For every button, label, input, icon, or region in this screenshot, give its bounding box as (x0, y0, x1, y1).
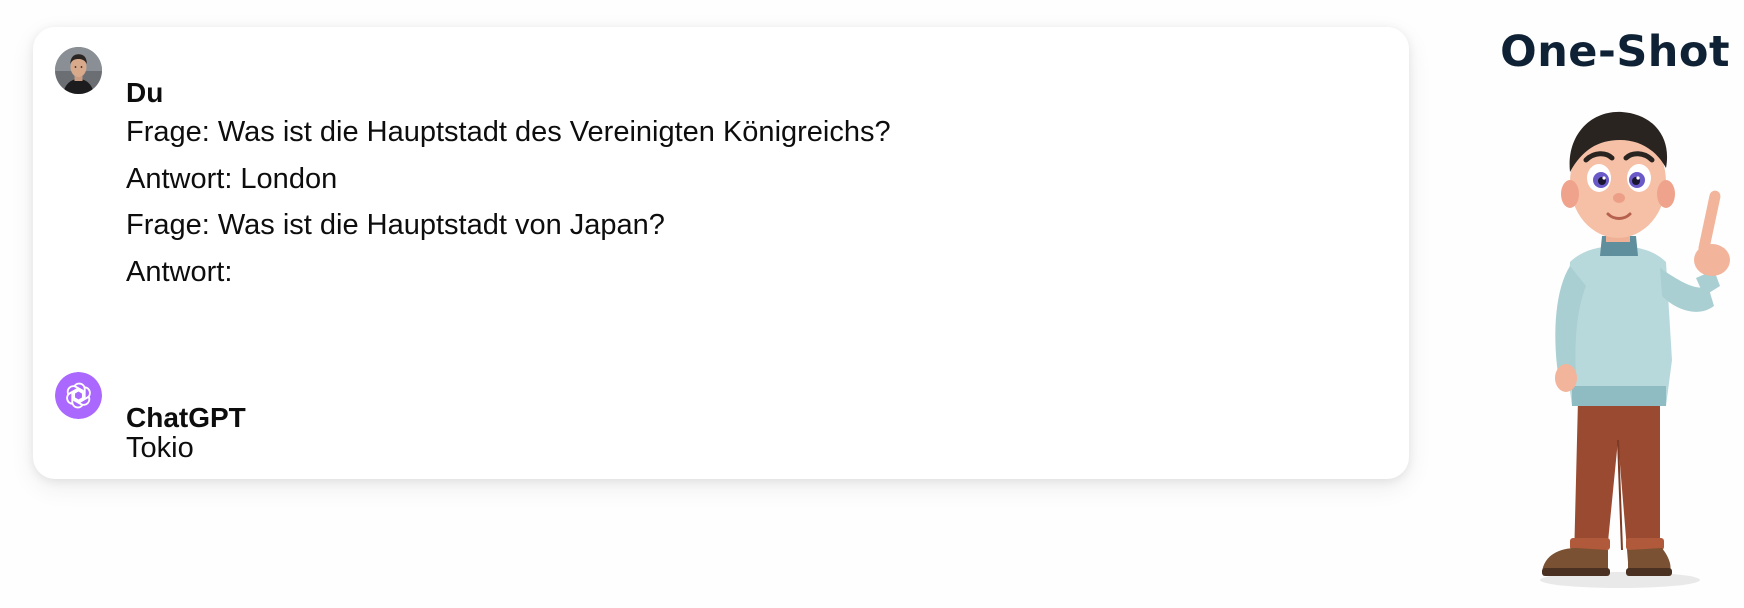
message-line: Frage: Was ist die Hauptstadt von Japan? (126, 209, 665, 241)
cartoon-man-pointing-up-illustration (1500, 110, 1740, 590)
author-name: Du (126, 77, 164, 108)
user-photo-avatar-icon (55, 47, 102, 94)
user-avatar (55, 47, 102, 94)
chat-card: Du Frage: Was ist die Hauptstadt des Ver… (33, 27, 1409, 479)
message-line: Frage: Was ist die Hauptstadt des Verein… (126, 116, 891, 148)
message-body: Frage: Was ist die Hauptstadt des Verein… (126, 109, 891, 295)
message-body: Tokio (126, 425, 194, 472)
message-line: Antwort: (126, 255, 233, 288)
page-title: One-Shot (1500, 27, 1730, 77)
message-line: Antwort: London (126, 162, 338, 195)
openai-logo-icon (55, 372, 102, 419)
message-line: Tokio (126, 432, 194, 464)
assistant-avatar (55, 372, 102, 419)
